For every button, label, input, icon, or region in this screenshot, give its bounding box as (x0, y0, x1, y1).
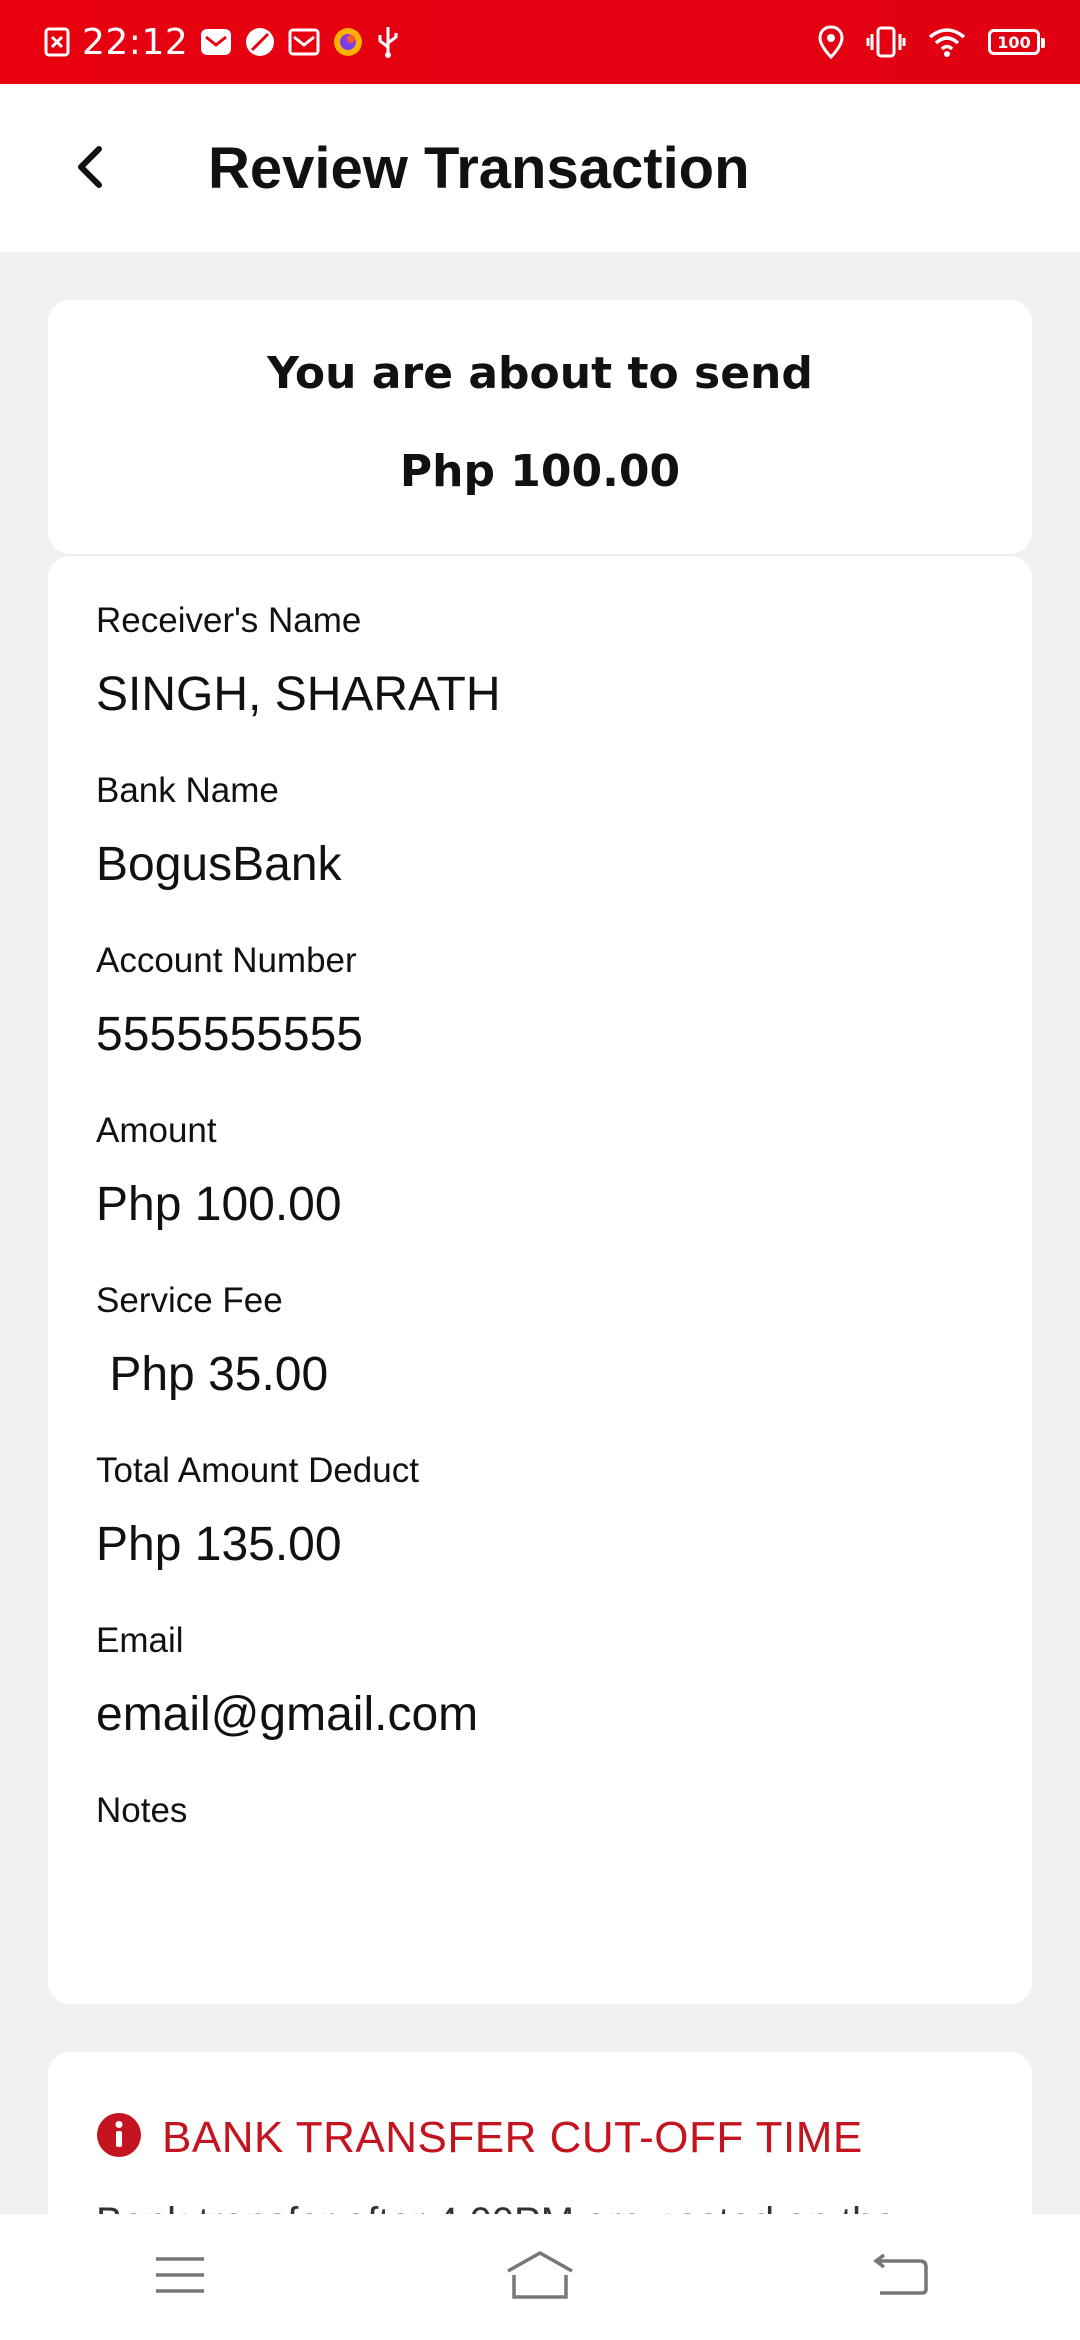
notes-field: Notes (96, 1786, 992, 1920)
account-number-value: 5555555555 (96, 1008, 363, 1061)
wifi-icon (928, 27, 966, 57)
system-nav-bar (0, 2214, 1080, 2340)
leaf-icon (244, 26, 276, 58)
app-header: Review Transaction (0, 84, 1080, 252)
menu-icon (154, 2255, 206, 2300)
back-arrow-icon (870, 2253, 930, 2302)
total-amount-label: Total Amount Deduct (96, 1451, 419, 1490)
back-button[interactable] (60, 134, 120, 204)
vibrate-icon (866, 26, 906, 58)
service-fee-value: Php 35.00 (96, 1348, 329, 1401)
home-icon (504, 2249, 576, 2306)
info-icon (96, 2112, 142, 2163)
email-value: email@gmail.com (96, 1688, 479, 1741)
battery-icon: 100 (988, 29, 1045, 55)
bank-name-field: Bank Name BogusBank (96, 766, 992, 900)
screenshot-icon (44, 27, 70, 57)
cutoff-header: BANK TRANSFER CUT-OFF TIME (96, 2112, 863, 2163)
bank-name-value: BogusBank (96, 838, 342, 891)
bank-name-label: Bank Name (96, 771, 279, 810)
nav-menu-button[interactable] (110, 2227, 250, 2327)
service-fee-field: Service Fee Php 35.00 (96, 1276, 992, 1410)
nav-back-button[interactable] (830, 2227, 970, 2327)
receiver-name-label: Receiver's Name (96, 601, 362, 640)
receiver-name-value: SINGH, SHARATH (96, 668, 501, 721)
total-amount-value: Php 135.00 (96, 1518, 342, 1571)
amount-value: Php 100.00 (96, 1178, 342, 1231)
account-number-field: Account Number 5555555555 (96, 936, 992, 1070)
status-bar: 22:12 100 (0, 0, 1080, 84)
cutoff-title: BANK TRANSFER CUT-OFF TIME (162, 2112, 863, 2162)
service-fee-label: Service Fee (96, 1281, 283, 1320)
notes-value (96, 1850, 992, 1920)
send-summary-amount: Php 100.00 (399, 446, 681, 497)
email-field: Email email@gmail.com (96, 1616, 992, 1750)
status-time: 22:12 (82, 21, 189, 63)
chevron-left-icon (75, 145, 105, 194)
email-label: Email (96, 1621, 184, 1660)
notes-label: Notes (96, 1791, 188, 1830)
account-number-label: Account Number (96, 941, 357, 980)
envelope-icon (288, 27, 320, 57)
status-bar-right: 100 (818, 0, 1045, 84)
send-summary-card: You are about to send Php 100.00 (48, 300, 1032, 554)
page-title: Review Transaction (208, 136, 750, 201)
total-amount-field: Total Amount Deduct Php 135.00 (96, 1446, 992, 1580)
nav-home-button[interactable] (470, 2227, 610, 2327)
amount-field: Amount Php 100.00 (96, 1106, 992, 1240)
amount-label: Amount (96, 1111, 217, 1150)
browser-icon (332, 26, 364, 58)
location-icon (818, 25, 844, 59)
mail-icon (200, 27, 232, 57)
usb-icon (376, 25, 400, 59)
receiver-name-field: Receiver's Name SINGH, SHARATH (96, 596, 992, 730)
send-summary-label: You are about to send (267, 348, 813, 399)
transaction-details-card: Receiver's Name SINGH, SHARATH Bank Name… (48, 556, 1032, 2004)
status-bar-left: 22:12 (44, 0, 400, 84)
screen: 22:12 100 Review Transaction You are abo… (0, 0, 1080, 2340)
